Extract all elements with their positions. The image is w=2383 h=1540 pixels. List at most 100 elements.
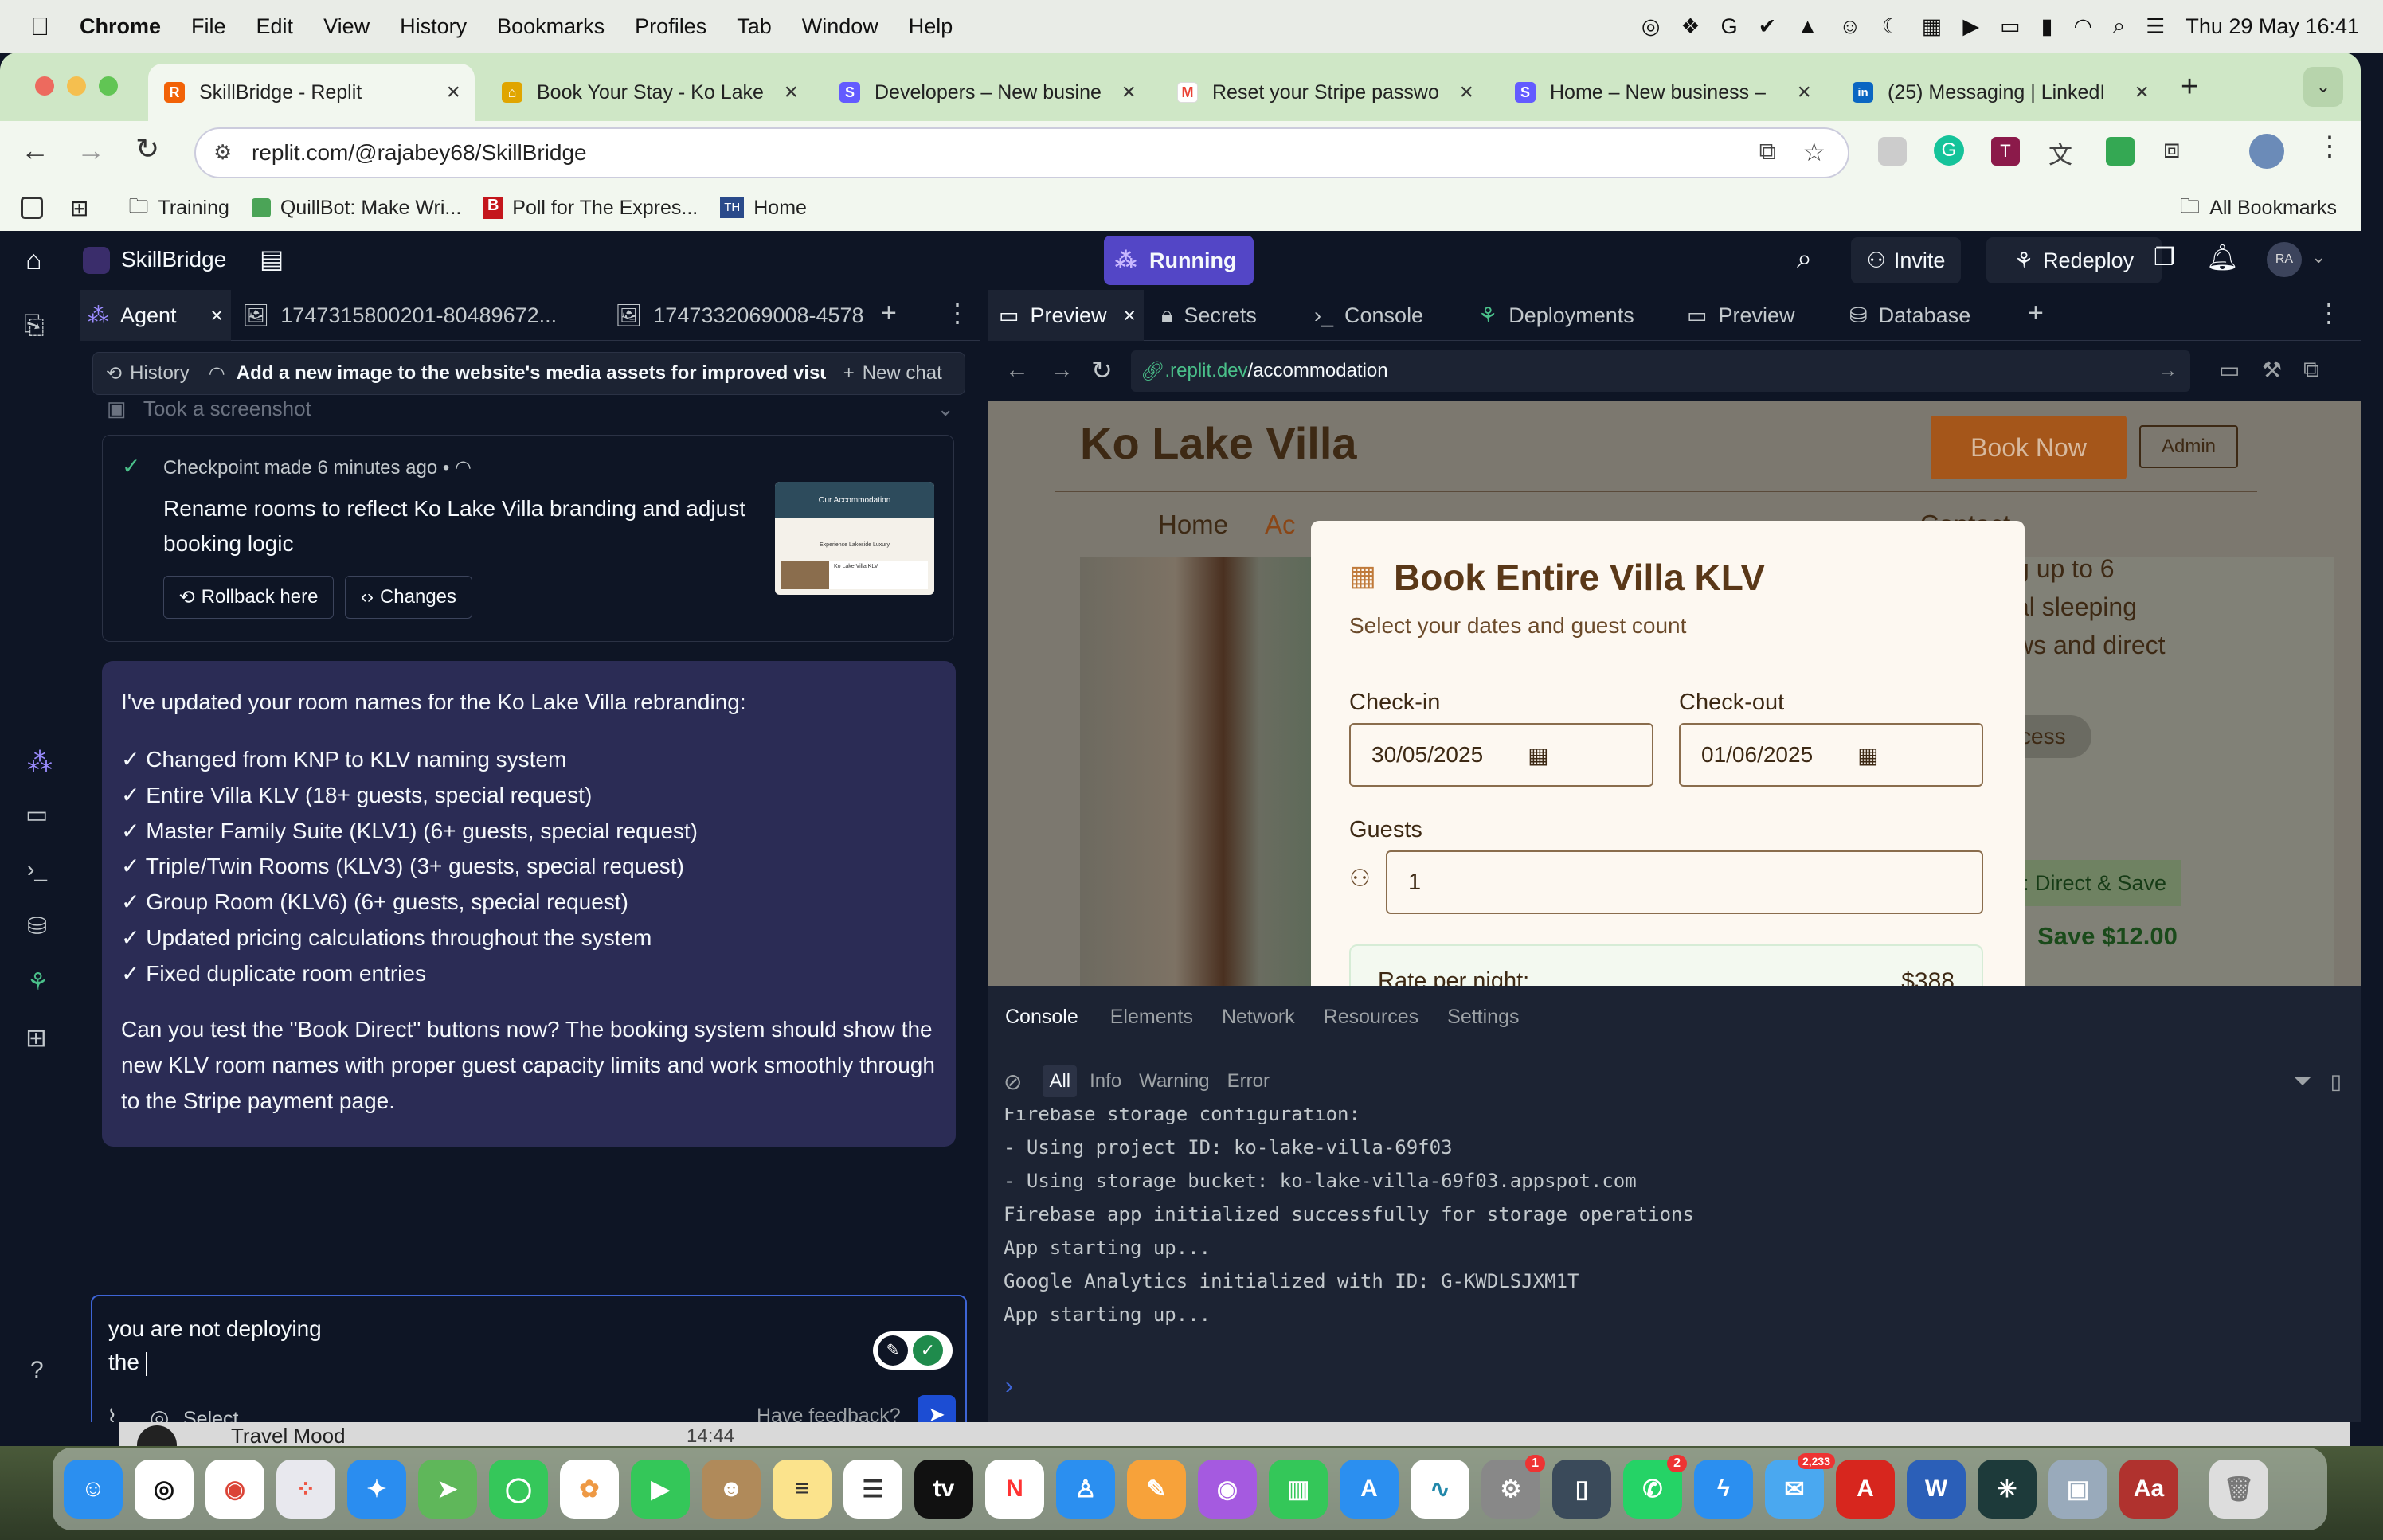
keynote-icon[interactable]: ♙ bbox=[1056, 1460, 1115, 1519]
file-explorer-icon[interactable]: ⎘ bbox=[24, 311, 45, 341]
redeploy-button[interactable]: ⚘ Redeploy bbox=[1986, 237, 2162, 283]
admin-button[interactable]: Admin bbox=[2139, 425, 2238, 468]
menu-app-name[interactable]: Chrome bbox=[80, 14, 161, 39]
devtools-tab-elements[interactable]: Elements bbox=[1110, 1006, 1193, 1029]
apps-square-icon[interactable] bbox=[21, 197, 43, 219]
reminders-icon[interactable]: ☰ bbox=[843, 1460, 902, 1519]
close-tab-icon[interactable]: × bbox=[1123, 303, 1136, 328]
guests-input[interactable]: 1 bbox=[1386, 850, 1983, 914]
delete-icon[interactable]: ▯ bbox=[2330, 1069, 2342, 1094]
menu-window[interactable]: Window bbox=[802, 14, 878, 39]
bookmark-home[interactable]: TH Home bbox=[720, 197, 807, 220]
preview-back-icon[interactable]: ← bbox=[1005, 357, 1029, 384]
chat-title[interactable]: Add a new image to the website's media a… bbox=[237, 362, 826, 385]
close-tab-icon[interactable]: × bbox=[2135, 79, 2149, 106]
trash-icon[interactable]: 🗑︎ bbox=[2209, 1460, 2268, 1519]
battery-icon[interactable]: ▮ bbox=[2041, 14, 2053, 39]
preview-tool-icon[interactable]: ▭ bbox=[25, 801, 48, 829]
browser-tab[interactable]: ⌂ Book Your Stay - Ko Lake × bbox=[486, 64, 812, 121]
pages-icon[interactable]: ✎ bbox=[1127, 1460, 1186, 1519]
all-tools-icon[interactable]: ⊞ bbox=[25, 1022, 47, 1053]
new-tab-plus-icon[interactable]: + bbox=[2181, 70, 2198, 104]
profile-avatar[interactable] bbox=[2249, 134, 2284, 169]
tab-database[interactable]: ⛁ Database bbox=[1849, 290, 2001, 341]
podcasts-icon[interactable]: ◉ bbox=[1198, 1460, 1257, 1519]
wifi-icon[interactable]: ◠ bbox=[2073, 14, 2092, 39]
bookmark-training[interactable]: 🗀 Training bbox=[128, 191, 229, 225]
freeform-icon[interactable]: ∿ bbox=[1411, 1460, 1469, 1519]
checkout-input[interactable]: 01/06/2025 ▦ bbox=[1679, 723, 1983, 787]
minimize-window-icon[interactable] bbox=[67, 76, 86, 96]
tab-secrets[interactable]: 🔒︎ Secrets bbox=[1161, 290, 1297, 341]
apple-tv-icon[interactable]: tv bbox=[914, 1460, 973, 1519]
copilot-icon[interactable]: ☺ bbox=[1839, 14, 1861, 39]
facetime-icon[interactable]: ▶ bbox=[631, 1460, 690, 1519]
notion-icon[interactable]: ▲ bbox=[1797, 14, 1818, 39]
search-icon[interactable]: ⌕ bbox=[1797, 244, 1812, 275]
grammar-check-widget[interactable]: ✎ ✓ bbox=[873, 1331, 953, 1370]
chatgpt-icon[interactable]: ◎ bbox=[1641, 14, 1661, 39]
spotlight-search-icon[interactable]: ⌕ bbox=[2113, 14, 2125, 39]
devtools-tab-settings[interactable]: Settings bbox=[1447, 1006, 1519, 1029]
agent-tool-icon[interactable]: ⁂ bbox=[27, 747, 53, 777]
book-now-button[interactable]: Book Now bbox=[1931, 416, 2127, 479]
tab-preview-2[interactable]: ▭ Preview bbox=[1687, 290, 1822, 341]
devtools-wrench-icon[interactable]: ⚒ bbox=[2262, 357, 2282, 383]
tab-image-file[interactable]: 🖼︎ 1747315800201-80489672... bbox=[242, 290, 593, 341]
chat-input-text[interactable]: you are not deploying the bbox=[108, 1312, 322, 1379]
menu-history[interactable]: History bbox=[400, 14, 467, 39]
extension-icon[interactable] bbox=[1878, 137, 1907, 166]
messenger-icon[interactable]: ϟ bbox=[1694, 1460, 1753, 1519]
clear-console-icon[interactable]: ⊘ bbox=[1004, 1069, 1022, 1095]
perplexity-icon[interactable]: ✳ bbox=[1978, 1460, 2037, 1519]
checkpoint-thumbnail[interactable]: Our Accommodation Experience Lakeside Lu… bbox=[775, 482, 934, 595]
select-target-icon[interactable]: ◎ bbox=[150, 1405, 169, 1422]
new-tab-plus-icon[interactable]: + bbox=[881, 298, 897, 329]
filter-warning[interactable]: Warning bbox=[1139, 1070, 1209, 1092]
project-name[interactable]: SkillBridge bbox=[121, 247, 226, 272]
close-window-icon[interactable] bbox=[35, 76, 54, 96]
changes-button[interactable]: ‹› Changes bbox=[345, 576, 472, 619]
display-icon[interactable]: ▭ bbox=[2000, 14, 2021, 39]
close-tab-icon[interactable]: × bbox=[784, 79, 798, 106]
calendar-picker-icon[interactable]: ▦ bbox=[1528, 742, 1548, 768]
preview-forward-icon[interactable]: → bbox=[1050, 357, 1074, 384]
bookmark-star-icon[interactable]: ☆ bbox=[1802, 137, 1825, 167]
browser-tab[interactable]: R SkillBridge - Replit × bbox=[148, 64, 475, 121]
contacts-icon[interactable]: ☻ bbox=[702, 1460, 761, 1519]
app-store-icon[interactable]: A bbox=[1340, 1460, 1399, 1519]
close-tab-icon[interactable]: × bbox=[1459, 79, 1473, 106]
apple-icon[interactable]:  bbox=[30, 12, 49, 41]
extensions-puzzle-icon[interactable]: ⧈ bbox=[2163, 134, 2181, 165]
nav-accommodation[interactable]: Ac bbox=[1265, 510, 1296, 540]
user-avatar[interactable]: RA bbox=[2267, 242, 2302, 277]
preview-url-bar[interactable]: 🔗︎ .replit.dev /accommodation → bbox=[1131, 350, 2190, 392]
avatar-chevron-icon[interactable]: ⌄ bbox=[2311, 247, 2326, 268]
tab-deployments[interactable]: ⚘ Deployments bbox=[1478, 290, 1669, 341]
attach-icon[interactable]: ⌇ bbox=[107, 1405, 118, 1422]
browser-tab[interactable]: S Developers – New busine × bbox=[824, 64, 1150, 121]
photos-icon[interactable]: ✿ bbox=[560, 1460, 619, 1519]
console-prompt-icon[interactable]: › bbox=[1005, 1373, 1013, 1400]
site-logo[interactable]: Ko Lake Villa bbox=[1080, 417, 1357, 469]
previous-step[interactable]: ▣ Took a screenshot ⌄ bbox=[107, 397, 967, 424]
new-chat-button[interactable]: New chat bbox=[863, 362, 942, 385]
menu-view[interactable]: View bbox=[323, 14, 370, 39]
invite-button[interactable]: ⚇ Invite bbox=[1851, 237, 1961, 283]
browser-tab[interactable]: M Reset your Stripe passwo × bbox=[1161, 64, 1488, 121]
close-tab-icon[interactable]: × bbox=[446, 79, 460, 106]
news-icon[interactable]: N bbox=[985, 1460, 1044, 1519]
tab-search-chevron-icon[interactable]: ⌄ bbox=[2303, 67, 2343, 107]
shell-tool-icon[interactable]: ›_ bbox=[27, 857, 47, 882]
filter-error[interactable]: Error bbox=[1227, 1070, 1270, 1092]
run-status-button[interactable]: ⁂ Running bbox=[1104, 236, 1254, 285]
acrobat-icon[interactable]: A bbox=[1836, 1460, 1895, 1519]
grammarly-icon[interactable]: G bbox=[1721, 14, 1738, 39]
bookmark-quillbot[interactable]: QuillBot: Make Wri... bbox=[251, 197, 461, 220]
mail-icon[interactable]: ✉ 2,233 bbox=[1765, 1453, 1835, 1519]
more-options-icon[interactable]: ⋮ bbox=[945, 298, 970, 328]
bookmark-poll[interactable]: B Poll for The Expres... bbox=[483, 197, 698, 220]
notes-icon[interactable]: ≡ bbox=[773, 1460, 832, 1519]
sheets-ext-icon[interactable] bbox=[2106, 137, 2135, 166]
close-tab-icon[interactable]: × bbox=[1121, 79, 1136, 106]
